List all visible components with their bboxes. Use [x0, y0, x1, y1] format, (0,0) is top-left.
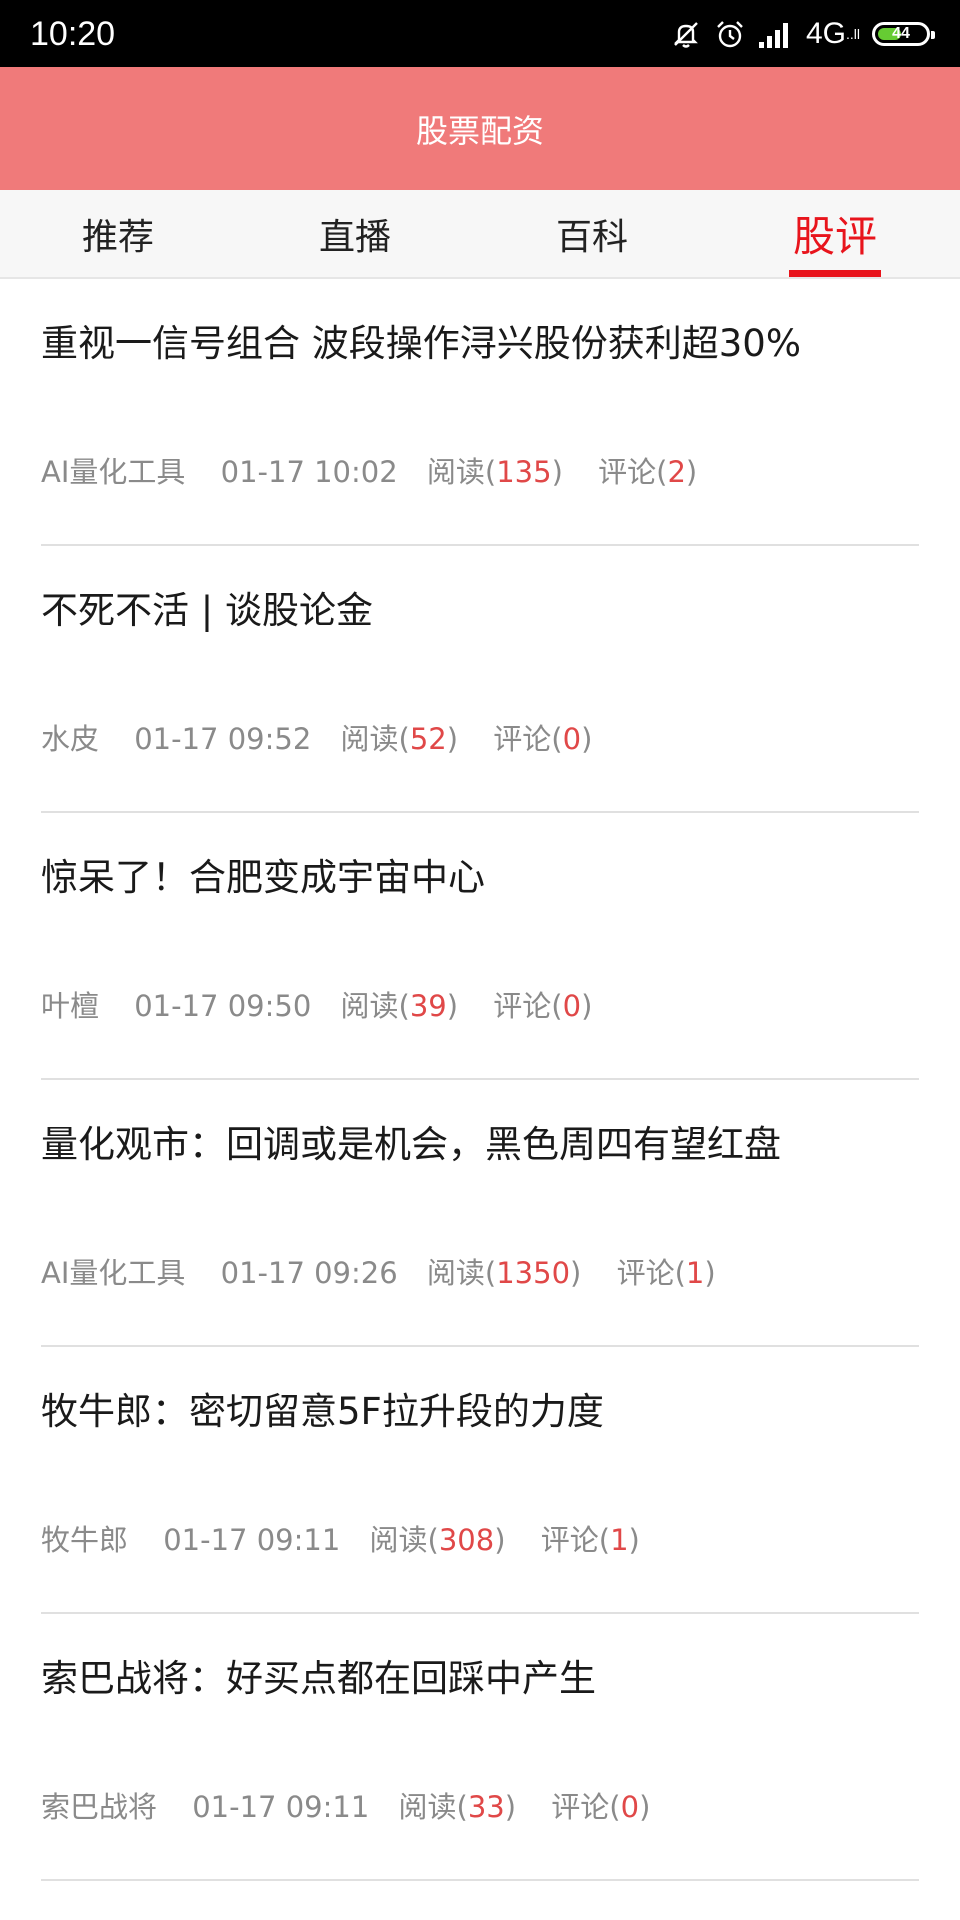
- comments-suffix: ): [639, 1790, 651, 1824]
- tab-encyclopedia[interactable]: 百科: [532, 190, 652, 277]
- list-item[interactable]: 惊呆了！合肥变成宇宙中心 叶檀 01-17 09:50 阅读(39) 评论(0): [41, 813, 919, 1080]
- article-time: 01-17 09:11: [192, 1790, 370, 1824]
- article-time: 01-17 09:52: [134, 722, 312, 756]
- comments-suffix: ): [685, 455, 698, 489]
- article-title[interactable]: 不死不活 | 谈股论金: [41, 586, 373, 636]
- comments-suffix: ): [581, 989, 593, 1023]
- article-comments: 评论(0): [493, 989, 592, 1023]
- reads-count: 52: [409, 722, 447, 756]
- reads-count: 33: [467, 1790, 505, 1824]
- comments-count: 0: [562, 989, 582, 1023]
- battery-tip: [931, 31, 935, 39]
- reads-prefix: 阅读(: [340, 722, 410, 756]
- article-time: 01-17 09:26: [220, 1256, 398, 1290]
- article-comments: 评论(1): [617, 1256, 716, 1290]
- reads-count: 1350: [496, 1256, 571, 1290]
- article-title[interactable]: 重视一信号组合 波段操作浔兴股份获利超30%: [41, 319, 801, 369]
- list-item[interactable]: 牧牛郎：密切留意5F拉升段的力度 牧牛郎 01-17 09:11 阅读(308)…: [41, 1347, 919, 1614]
- status-icons: 4G..ll 44: [670, 10, 935, 58]
- comments-count: 0: [620, 1790, 640, 1824]
- reads-suffix: ): [570, 1256, 582, 1290]
- article-title[interactable]: 牧牛郎：密切留意5F拉升段的力度: [41, 1387, 604, 1437]
- list-item[interactable]: 量化观市：回调或是机会，黑色周四有望红盘 AI量化工具 01-17 09:26 …: [41, 1080, 919, 1347]
- reads-prefix: 阅读(: [426, 1256, 497, 1290]
- reads-prefix: 阅读(: [398, 1790, 468, 1824]
- reads-suffix: ): [551, 455, 563, 489]
- reads-prefix: 阅读(: [340, 989, 410, 1023]
- network-label: 4G: [805, 17, 846, 50]
- alarm-icon: [714, 18, 746, 50]
- comments-count: 1: [610, 1523, 629, 1557]
- article-meta: AI量化工具 01-17 10:02 阅读(135) 评论(2): [41, 452, 697, 492]
- article-author: AI量化工具: [41, 1256, 186, 1290]
- comments-suffix: ): [704, 1256, 716, 1290]
- article-time: 01-17 10:02: [220, 455, 398, 489]
- article-meta: 叶檀 01-17 09:50 阅读(39) 评论(0): [41, 986, 592, 1026]
- status-bar: 10:20 4G..ll 44: [0, 0, 960, 67]
- comments-count: 1: [685, 1256, 705, 1290]
- reads-count: 135: [496, 455, 552, 489]
- tab-recommend[interactable]: 推荐: [58, 190, 178, 277]
- battery-icon: 44: [872, 22, 935, 46]
- article-time: 01-17 09:11: [163, 1523, 341, 1557]
- comments-suffix: ): [581, 722, 593, 756]
- list-item[interactable]: 不死不活 | 谈股论金 水皮 01-17 09:52 阅读(52) 评论(0): [41, 546, 919, 813]
- comments-count: 2: [667, 455, 686, 489]
- tab-stock-review[interactable]: 股评: [775, 190, 895, 277]
- comments-suffix: ): [628, 1523, 640, 1557]
- article-author: 索巴战将: [41, 1790, 158, 1824]
- comments-prefix: 评论(: [493, 722, 563, 756]
- tab-live[interactable]: 直播: [295, 190, 415, 277]
- article-author: 水皮: [41, 722, 100, 756]
- article-author: AI量化工具: [41, 455, 186, 489]
- article-title[interactable]: 惊呆了！合肥变成宇宙中心: [41, 853, 485, 903]
- comments-prefix: 评论(: [616, 1256, 686, 1290]
- reads-count: 308: [438, 1523, 495, 1557]
- signal-icon: [758, 20, 794, 48]
- active-tab-indicator: [789, 270, 881, 277]
- battery-level: 44: [892, 25, 910, 42]
- network-type: 4G..ll: [806, 14, 860, 54]
- article-author: 叶檀: [41, 989, 100, 1023]
- article-meta: 牧牛郎 01-17 09:11 阅读(308) 评论(1): [41, 1520, 640, 1560]
- article-comments: 评论(0): [551, 1790, 650, 1824]
- comments-prefix: 评论(: [551, 1790, 621, 1824]
- article-meta: AI量化工具 01-17 09:26 阅读(1350) 评论(1): [41, 1253, 716, 1293]
- reads-suffix: ): [446, 989, 459, 1023]
- article-reads: 阅读(33): [399, 1790, 517, 1824]
- app-header: 股票配资: [0, 67, 960, 190]
- mute-icon: [670, 18, 702, 50]
- status-time: 10:20: [30, 15, 116, 53]
- list-item[interactable]: 重视一信号组合 波段操作浔兴股份获利超30% AI量化工具 01-17 10:0…: [41, 279, 919, 546]
- article-list: 重视一信号组合 波段操作浔兴股份获利超30% AI量化工具 01-17 10:0…: [0, 279, 960, 1881]
- reads-count: 39: [409, 989, 447, 1023]
- article-comments: 评论(2): [598, 455, 697, 489]
- tab-bar: 推荐 直播 百科 股评: [0, 190, 960, 279]
- article-title[interactable]: 量化观市：回调或是机会，黑色周四有望红盘: [41, 1120, 781, 1170]
- article-reads: 阅读(308): [370, 1523, 506, 1557]
- comments-prefix: 评论(: [598, 455, 668, 489]
- article-title[interactable]: 索巴战将：好买点都在回踩中产生: [41, 1654, 596, 1704]
- network-sub-label: ..ll: [846, 26, 860, 42]
- page-title: 股票配资: [415, 111, 544, 150]
- reads-suffix: ): [494, 1523, 506, 1557]
- reads-prefix: 阅读(: [426, 455, 497, 489]
- list-item[interactable]: 索巴战将：好买点都在回踩中产生 索巴战将 01-17 09:11 阅读(33) …: [41, 1614, 919, 1881]
- article-reads: 阅读(1350): [427, 1256, 581, 1290]
- article-time: 01-17 09:50: [134, 989, 312, 1023]
- article-comments: 评论(1): [541, 1523, 640, 1557]
- reads-suffix: ): [446, 722, 459, 756]
- article-meta: 索巴战将 01-17 09:11 阅读(33) 评论(0): [41, 1787, 650, 1827]
- article-reads: 阅读(135): [427, 455, 563, 489]
- article-reads: 阅读(39): [341, 989, 459, 1023]
- article-reads: 阅读(52): [341, 722, 459, 756]
- comments-prefix: 评论(: [493, 989, 563, 1023]
- article-author: 牧牛郎: [41, 1523, 129, 1557]
- article-meta: 水皮 01-17 09:52 阅读(52) 评论(0): [41, 719, 592, 759]
- reads-suffix: ): [504, 1790, 517, 1824]
- reads-prefix: 阅读(: [369, 1523, 439, 1557]
- comments-prefix: 评论(: [540, 1523, 611, 1557]
- comments-count: 0: [562, 722, 582, 756]
- article-comments: 评论(0): [493, 722, 592, 756]
